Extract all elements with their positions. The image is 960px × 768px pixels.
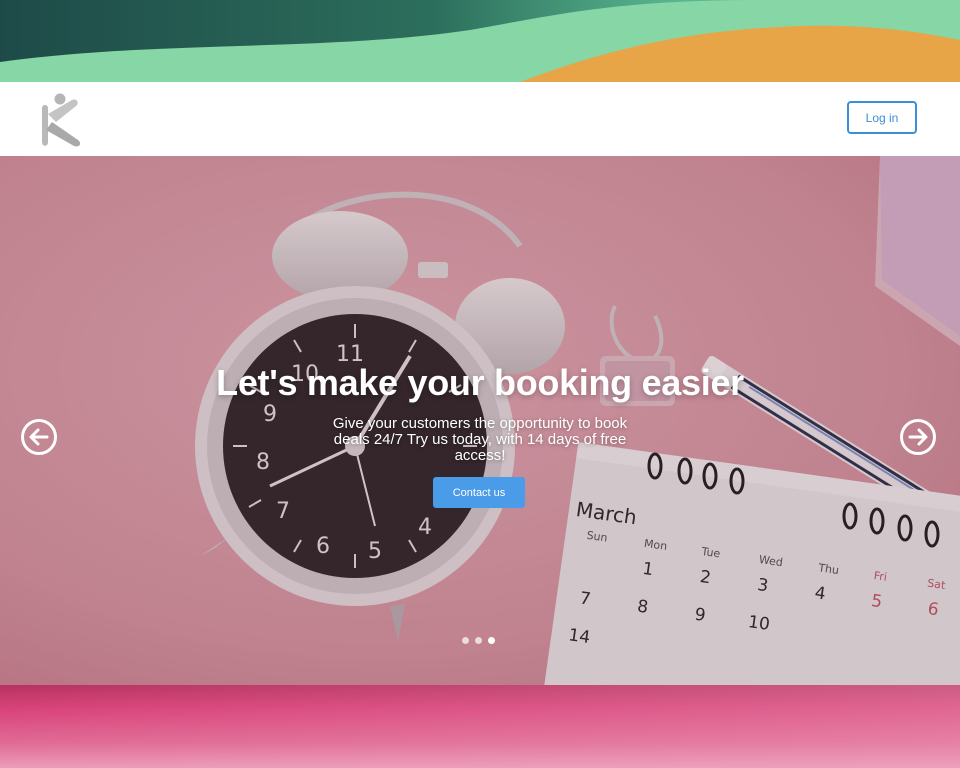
bottom-decorative-band: [0, 685, 960, 768]
brand-logo-icon[interactable]: [38, 90, 86, 148]
hero-subtitle: Give your customers the opportunity to b…: [332, 415, 628, 464]
contact-us-button[interactable]: Contact us: [433, 477, 525, 508]
bottom-band-fade: [0, 685, 960, 768]
slide-dot-active[interactable]: [488, 637, 495, 644]
top-decorative-band: [0, 0, 960, 82]
slide-indicators: [462, 637, 495, 644]
slide-dot[interactable]: [475, 637, 482, 644]
arrow-left-circle-icon[interactable]: [20, 418, 58, 456]
hero-title: Let's make your booking easier: [216, 362, 744, 403]
slide-dot[interactable]: [462, 637, 469, 644]
hero-slider: 11 10 9 8 7 6 5 4 March Sun Mon Tue Wed …: [0, 156, 960, 685]
login-button[interactable]: Log in: [847, 101, 917, 134]
arrow-right-circle-icon[interactable]: [899, 418, 937, 456]
site-header: Log in: [0, 82, 960, 156]
